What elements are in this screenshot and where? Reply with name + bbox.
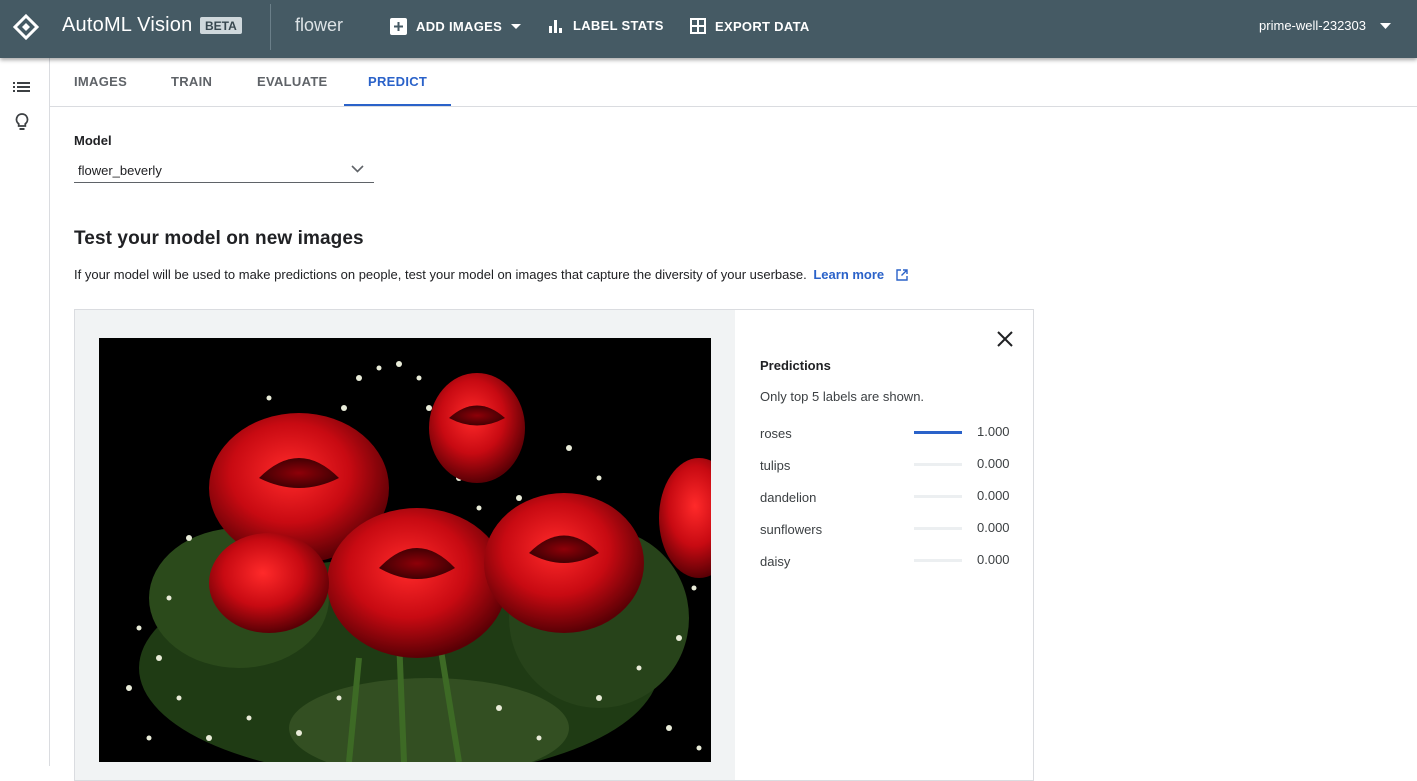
prediction-score: 0.000 bbox=[977, 520, 1010, 535]
predictions-note: Only top 5 labels are shown. bbox=[760, 389, 925, 404]
close-icon[interactable] bbox=[995, 329, 1015, 349]
prediction-label: daisy bbox=[760, 554, 791, 569]
export-data-button[interactable]: EXPORT DATA bbox=[690, 18, 810, 34]
section-description: If your model will be used to make predi… bbox=[74, 267, 908, 282]
tab-train[interactable]: TRAIN bbox=[147, 58, 236, 106]
prediction-row: dandelion 0.000 bbox=[760, 488, 1020, 508]
project-selector[interactable]: prime-well-232303 bbox=[1259, 18, 1391, 33]
beta-badge: BETA bbox=[200, 17, 242, 34]
title-divider bbox=[270, 4, 271, 50]
list-icon[interactable] bbox=[11, 76, 33, 98]
export-data-label: EXPORT DATA bbox=[715, 18, 810, 34]
tab-bar: IMAGES TRAIN EVALUATE PREDICT bbox=[50, 58, 1417, 107]
prediction-row: roses 1.000 bbox=[760, 424, 1020, 444]
roses-photo bbox=[99, 338, 711, 762]
test-image bbox=[99, 338, 711, 762]
prediction-card: Predictions Only top 5 labels are shown.… bbox=[74, 309, 1034, 781]
prediction-row: tulips 0.000 bbox=[760, 456, 1020, 476]
score-bar bbox=[914, 431, 962, 434]
app-bar: AutoML Vision BETA flower ADD IMAGES LAB… bbox=[0, 0, 1417, 58]
score-bar bbox=[914, 527, 962, 530]
score-bar bbox=[914, 559, 962, 562]
score-bar-fill bbox=[914, 431, 962, 434]
automl-logo-icon[interactable] bbox=[13, 14, 39, 40]
project-name: prime-well-232303 bbox=[1259, 18, 1366, 33]
label-stats-button[interactable]: LABEL STATS bbox=[548, 18, 664, 33]
prediction-score: 1.000 bbox=[977, 424, 1010, 439]
add-images-button[interactable]: ADD IMAGES bbox=[390, 18, 522, 35]
prediction-label: sunflowers bbox=[760, 522, 823, 537]
bar-chart-icon bbox=[549, 19, 562, 33]
add-images-label: ADD IMAGES bbox=[416, 19, 503, 34]
prediction-label: dandelion bbox=[760, 490, 817, 505]
prediction-score: 0.000 bbox=[977, 456, 1010, 471]
tab-predict[interactable]: PREDICT bbox=[344, 58, 452, 106]
model-select-value: flower_beverly bbox=[78, 163, 162, 178]
grid-icon bbox=[690, 18, 706, 34]
label-stats-label: LABEL STATS bbox=[573, 18, 664, 33]
dropdown-arrow-icon bbox=[1380, 22, 1391, 29]
score-bar bbox=[914, 463, 962, 466]
prediction-score: 0.000 bbox=[977, 488, 1010, 503]
chevron-down-icon bbox=[351, 165, 364, 173]
model-select[interactable]: flower_beverly bbox=[74, 159, 374, 183]
prediction-row: sunflowers 0.000 bbox=[760, 520, 1020, 540]
model-label: Model bbox=[74, 133, 112, 148]
image-pane bbox=[75, 310, 735, 780]
learn-more-link[interactable]: Learn more bbox=[813, 267, 884, 282]
add-box-icon bbox=[390, 18, 407, 35]
left-rail bbox=[0, 58, 50, 766]
section-title: Test your model on new images bbox=[74, 228, 364, 249]
score-bar bbox=[914, 495, 962, 498]
tab-evaluate[interactable]: EVALUATE bbox=[233, 58, 352, 106]
prediction-label: tulips bbox=[760, 458, 791, 473]
prediction-score: 0.000 bbox=[977, 552, 1010, 567]
tab-images[interactable]: IMAGES bbox=[50, 58, 151, 106]
dataset-name: flower bbox=[295, 15, 344, 35]
description-text: If your model will be used to make predi… bbox=[74, 267, 807, 282]
chevron-down-icon bbox=[511, 23, 522, 29]
app-title: AutoML Vision bbox=[62, 14, 193, 36]
lightbulb-icon[interactable] bbox=[11, 111, 33, 133]
external-link-icon[interactable] bbox=[896, 269, 908, 281]
prediction-label: roses bbox=[760, 426, 792, 441]
prediction-row: daisy 0.000 bbox=[760, 552, 1020, 572]
predictions-title: Predictions bbox=[760, 358, 831, 373]
